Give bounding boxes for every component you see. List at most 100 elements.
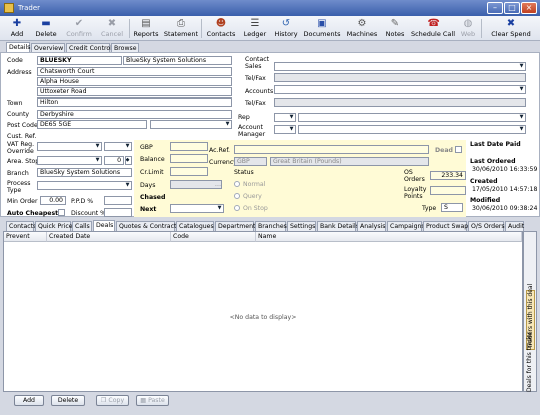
area-dropdown[interactable]: ▼ (37, 156, 102, 165)
days-label: Days (140, 182, 156, 189)
delete-button[interactable]: ▬ Delete (32, 17, 60, 40)
county-field[interactable]: Derbyshire (37, 110, 232, 119)
clear-spend-icon: ✖ (506, 18, 516, 29)
accounts-contact-dropdown[interactable]: ▼ (274, 85, 526, 94)
address-line-3[interactable]: Uttoxeter Road (37, 87, 232, 96)
side-tab-deals-for-trader[interactable]: Deals for this trader (526, 332, 533, 392)
tab-catalogues[interactable]: Catalogues (176, 221, 214, 231)
grid-copy-button[interactable]: ❐ Copy (96, 395, 129, 406)
next-date-dropdown[interactable]: ▼ (170, 204, 224, 213)
status-normal-label: Normal (243, 181, 266, 188)
chevron-down-icon: ▼ (289, 126, 294, 132)
tab-quick-price[interactable]: Quick Price (35, 221, 73, 231)
toolbar-separator (481, 19, 482, 38)
documents-button[interactable]: ▣ Documents (302, 17, 342, 40)
grid-add-button[interactable]: Add (14, 395, 44, 406)
days-field[interactable]: … (170, 180, 222, 189)
ac-ref-field[interactable] (234, 145, 429, 154)
tab-bank-details[interactable]: Bank Details (317, 221, 359, 231)
telfax-sales-label: Tel/Fax (245, 75, 266, 82)
add-button[interactable]: ✚ Add (4, 17, 30, 40)
tab-contacts[interactable]: Contacts (6, 221, 36, 231)
minus-icon: ▬ (41, 18, 51, 29)
tab-audit[interactable]: Audit (505, 221, 524, 231)
name-field[interactable]: BlueSky System Solutions (123, 56, 232, 65)
tab-departments[interactable]: Departments (215, 221, 259, 231)
machines-icon: ⚙ (357, 18, 367, 29)
currency-code-dropdown[interactable]: GBP (234, 157, 267, 166)
postcode-lookup-dropdown[interactable]: ▼ (150, 120, 232, 129)
status-on-stop-radio[interactable] (234, 205, 240, 211)
status-normal-radio[interactable] (234, 181, 240, 187)
machines-button[interactable]: ⚙ Machines (344, 17, 380, 40)
vat-field[interactable]: ▼ (37, 142, 102, 151)
address-line-2[interactable]: Alpha House (37, 77, 232, 86)
statement-button[interactable]: ⎙ Statement (163, 17, 199, 40)
tab-product-swaps[interactable]: Product Swaps (423, 221, 471, 231)
gbp-label: GBP (140, 144, 153, 151)
gbp-field (170, 142, 208, 151)
stop-stepper[interactable]: ◆ (125, 156, 132, 165)
town-field[interactable]: Hilton (37, 98, 232, 107)
column-header-name[interactable]: Name (256, 232, 522, 242)
column-header-prevent[interactable]: Prevent (4, 232, 47, 242)
manager-label: Manager (238, 131, 266, 138)
auto-cheapest-checkbox[interactable] (58, 209, 65, 216)
cancel-button[interactable]: ✖ Cancel (97, 17, 127, 40)
column-header-created-date[interactable]: Created Date (47, 232, 171, 242)
tab-campaigns[interactable]: Campaigns (387, 221, 425, 231)
type-dropdown[interactable]: S (441, 203, 463, 212)
clear-spend-button[interactable]: ✖ Clear Spend (484, 17, 538, 40)
notes-button[interactable]: ✎ Notes (383, 17, 407, 40)
code-field[interactable]: BLUESKY (37, 56, 122, 65)
discount-field[interactable] (104, 208, 132, 217)
tab-calls[interactable]: Calls (72, 221, 92, 231)
deals-grid[interactable]: Prevent Created Date Code Name <No data … (3, 231, 523, 392)
branch-dropdown[interactable]: BlueSky System Solutions (37, 168, 132, 177)
ppd-label: P.P.D % (71, 198, 94, 205)
sales-contact-dropdown[interactable]: ▼ (274, 62, 526, 71)
grid-paste-button[interactable]: ▦ Paste (136, 395, 169, 406)
ledger-button[interactable]: ☰ Ledger (240, 17, 270, 40)
postcode-label: Post Code (7, 122, 38, 129)
account-manager-dropdown[interactable]: ▼ (298, 125, 526, 134)
status-query-radio[interactable] (234, 193, 240, 199)
tab-os-orders[interactable]: O/S Orders (468, 221, 505, 231)
reports-button[interactable]: ▤ Reports (131, 17, 161, 40)
contacts-button[interactable]: ☻ Contacts (204, 17, 238, 40)
paste-icon: ▦ (140, 397, 149, 404)
account-manager-code-dropdown[interactable]: ▼ (274, 125, 296, 134)
address-line-1[interactable]: Chatsworth Court (37, 67, 232, 76)
modified-label: Modified (470, 197, 501, 204)
tab-quotes-contracts[interactable]: Quotes & Contracts (116, 221, 180, 231)
confirm-button[interactable]: ✔ Confirm (63, 17, 95, 40)
maximize-button[interactable]: □ (504, 2, 520, 14)
modified-value: 30/06/2010 09:38:24 (472, 205, 538, 212)
credit-limit-field[interactable] (170, 167, 208, 176)
close-button[interactable]: × (521, 2, 537, 14)
process-type-dropdown[interactable]: ▼ (37, 181, 132, 190)
tab-deals[interactable]: Deals (93, 220, 115, 231)
stop-field[interactable]: 0 (104, 156, 124, 165)
min-order-field[interactable]: 0.00 (40, 196, 66, 205)
window-title: Trader (18, 4, 41, 12)
accounts-label: Accounts (245, 88, 274, 95)
postcode-field[interactable]: DE65 5GE (37, 120, 147, 129)
ppd-field[interactable] (104, 196, 132, 205)
schedule-call-button[interactable]: ☎ Schedule Call (410, 17, 456, 40)
rep-code-dropdown[interactable]: ▼ (274, 113, 296, 122)
ledger-icon: ☰ (250, 18, 260, 29)
history-button[interactable]: ↺ History (272, 17, 300, 40)
minimize-button[interactable]: – (487, 2, 503, 14)
chevron-down-icon: ▼ (519, 63, 524, 69)
rep-name-dropdown[interactable]: ▼ (298, 113, 526, 122)
web-button[interactable]: ◍ Web (458, 17, 478, 40)
column-header-code[interactable]: Code (171, 232, 256, 242)
tab-settings[interactable]: Settings (287, 221, 316, 231)
override-dropdown[interactable]: ▼ (104, 142, 132, 151)
currency-name-dropdown[interactable]: Great Britain (Pounds) (270, 157, 429, 166)
grid-delete-button[interactable]: Delete (51, 395, 85, 406)
dead-checkbox[interactable] (455, 146, 462, 153)
tab-analysis[interactable]: Analysis (357, 221, 386, 231)
tab-branches[interactable]: Branches (255, 221, 287, 231)
